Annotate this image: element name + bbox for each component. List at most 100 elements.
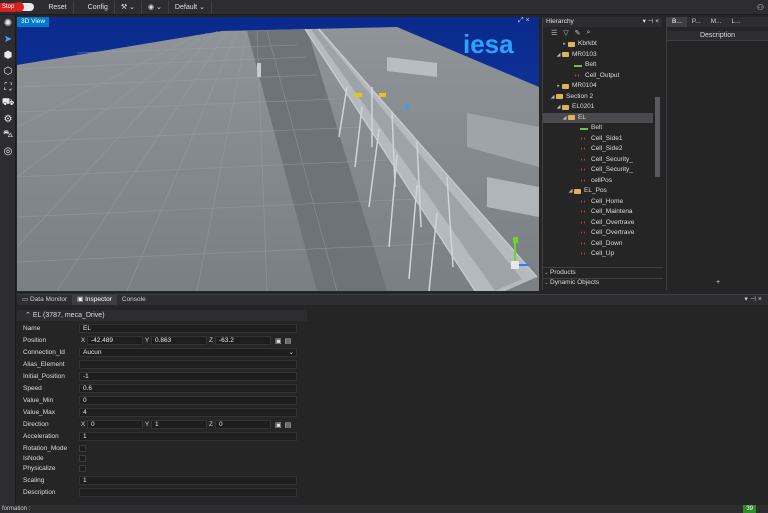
position-y-field[interactable]: 0.863 <box>151 336 207 345</box>
tree-item[interactable]: ◖◗ Cell_Down <box>543 239 653 250</box>
alias-element-field[interactable] <box>79 360 297 369</box>
tree-item[interactable]: ◖◗ Cell_Side2 <box>543 144 653 155</box>
tree-expander-icon[interactable]: ▸ <box>555 81 562 92</box>
scaling-field[interactable]: 1 <box>79 476 297 485</box>
user-icon[interactable]: ⚇ <box>757 3 768 12</box>
section-dynamic-objects[interactable]: ⌄ Dynamic Objects <box>543 277 663 289</box>
tools-dropdown[interactable]: ⚒ ⌄ <box>115 0 142 14</box>
cubes-icon[interactable]: ⬡ <box>0 63 16 79</box>
position-z-field[interactable]: -63.2 <box>215 336 271 345</box>
visibility-dropdown[interactable]: ◉ ⌄ <box>142 0 169 14</box>
tree-item[interactable]: ◢ EL0201 <box>543 102 653 113</box>
tree-item[interactable]: ◖◗ Cell_Overtrave <box>543 228 653 239</box>
direction-y-field[interactable]: 1 <box>151 420 207 429</box>
direction-x-field[interactable]: 0 <box>87 420 143 429</box>
robot-icon[interactable]: ⚙ <box>0 111 16 127</box>
copy-icon[interactable]: ▣ <box>275 421 282 429</box>
tree-item[interactable]: ◖◗ Cell_Up <box>543 249 653 260</box>
cube-icon[interactable]: ⬢ <box>0 47 16 63</box>
panel-options-icon[interactable]: ▾ ⊣ × <box>643 17 662 27</box>
tree-expander-icon[interactable]: ◢ <box>549 92 556 103</box>
tree-item[interactable]: ◢ Section 2 <box>543 92 653 103</box>
gizmo-icon[interactable]: ✺ <box>0 15 16 31</box>
connection-id-select[interactable]: Aucun ⌄ <box>79 348 297 357</box>
side-tab[interactable]: P... <box>687 17 706 27</box>
tree-item[interactable]: ◢ MR0103 <box>543 50 653 61</box>
position-x-field[interactable]: -42.489 <box>87 336 143 345</box>
config-button[interactable]: Config <box>82 0 115 14</box>
tree-item[interactable]: ▸ Kbrkbt <box>543 39 653 50</box>
3d-viewport[interactable]: iesa <box>17 17 539 291</box>
tree-item[interactable]: ▸ MR0104 <box>543 81 653 92</box>
tree-item[interactable]: ◢ EL_Pos <box>543 186 653 197</box>
paste-icon[interactable]: ▤ <box>285 337 292 345</box>
tree-item[interactable]: ◖◗ Cell_Security_ <box>543 155 653 166</box>
tree-expander-icon[interactable]: ◢ <box>561 113 568 124</box>
isnode-checkbox[interactable] <box>79 455 86 462</box>
description-field[interactable] <box>79 488 297 497</box>
tab-inspector[interactable]: ▣ Inspector <box>72 295 117 305</box>
folder-icon <box>562 52 569 58</box>
tree-item[interactable]: Belt <box>543 60 653 71</box>
tree-expander-icon[interactable]: ▸ <box>561 39 568 50</box>
section-products[interactable]: ⌄ Products <box>543 267 663 278</box>
direction-z-field[interactable]: 0 <box>215 420 271 429</box>
chevron-down-icon: ⌄ <box>544 269 549 276</box>
value-min-field[interactable]: 0 <box>79 396 297 405</box>
side-tab[interactable]: B... <box>667 17 687 27</box>
list-icon[interactable]: ☰ <box>551 29 557 37</box>
prop-label: Scaling <box>23 477 45 484</box>
viewport-close-icon[interactable]: ⤢ × <box>518 17 530 25</box>
tree-item-label: Cell_Home <box>591 197 624 205</box>
tree-item[interactable]: ◖◗ Cell_Output <box>543 71 653 82</box>
filter-icon[interactable]: ▽ <box>563 29 568 37</box>
tree-item[interactable]: ◢ EL <box>543 112 653 124</box>
view-preset-dropdown[interactable]: Default ⌄ <box>169 0 212 14</box>
vehicle-icon[interactable]: ⛍ <box>0 127 16 143</box>
initial-position-field[interactable]: -1 <box>79 372 297 381</box>
cell-sensor-icon: ◖◗ <box>580 135 587 142</box>
pallet-icon[interactable]: ⛶ <box>0 79 16 95</box>
speed-field[interactable]: 0.6 <box>79 384 297 393</box>
acceleration-field[interactable]: 1 <box>79 432 297 441</box>
chevron-down-icon: ⌄ <box>129 3 135 11</box>
edit-icon[interactable]: ✎ <box>575 29 581 37</box>
tab-3d-view[interactable]: 3D View <box>17 17 50 27</box>
tree-item[interactable]: ◖◗ Cell_Maintena <box>543 207 653 218</box>
search-icon[interactable]: ⌕ <box>587 29 591 37</box>
tree-item[interactable]: Belt <box>543 123 653 134</box>
tree-item[interactable]: ◖◗ Cell_Home <box>543 197 653 208</box>
tree-scrollbar[interactable] <box>655 97 660 177</box>
cell-sensor-icon: ◖◗ <box>580 240 587 247</box>
tree-expander-icon[interactable]: ◢ <box>555 102 562 113</box>
tree-item[interactable]: ◖◗ cellPos <box>543 176 653 187</box>
object-header-label: EL (3787, meca_Drive) <box>32 312 105 319</box>
reset-button[interactable]: Reset <box>42 0 74 14</box>
conveyor-icon[interactable]: ⛟ <box>0 95 16 111</box>
select-arrow-icon[interactable]: ➤ <box>0 31 16 47</box>
tree-item[interactable]: ◖◗ Cell_Side1 <box>543 134 653 145</box>
tab-data-monitor[interactable]: ▭ Data Monitor <box>17 295 72 305</box>
physicalize-checkbox[interactable] <box>79 465 86 472</box>
tree-item[interactable]: ◖◗ Cell_Overtrave <box>543 218 653 229</box>
side-tab[interactable]: L... <box>727 17 746 27</box>
prop-value-min: Value_Min 0 <box>23 395 315 406</box>
value-max-field[interactable]: 4 <box>79 408 297 417</box>
tab-console[interactable]: Console <box>117 295 151 305</box>
tree-item[interactable]: ◖◗ Cell_Security_ <box>543 165 653 176</box>
name-field[interactable]: EL <box>79 324 297 333</box>
tree-expander-icon[interactable]: ◢ <box>567 186 574 197</box>
copy-icon[interactable]: ▣ <box>275 337 282 345</box>
object-header[interactable]: ⌃ EL (3787, meca_Drive) <box>17 310 307 321</box>
side-tab[interactable]: M... <box>706 17 727 27</box>
add-button[interactable]: + <box>667 279 768 286</box>
panel-options-icon[interactable]: ▾ ⊣ × <box>744 295 768 305</box>
paste-icon[interactable]: ▤ <box>285 421 292 429</box>
stop-toggle[interactable] <box>14 2 35 12</box>
rotation-mode-checkbox[interactable] <box>79 445 86 452</box>
prop-direction: Direction X0 Y1 Z0 ▣ ▤ <box>23 419 315 430</box>
stop-toggle-group[interactable]: Stop <box>0 2 42 12</box>
prop-label: Speed <box>23 385 42 392</box>
camera-icon[interactable]: ◎ <box>0 143 16 159</box>
tree-expander-icon[interactable]: ◢ <box>555 50 562 61</box>
